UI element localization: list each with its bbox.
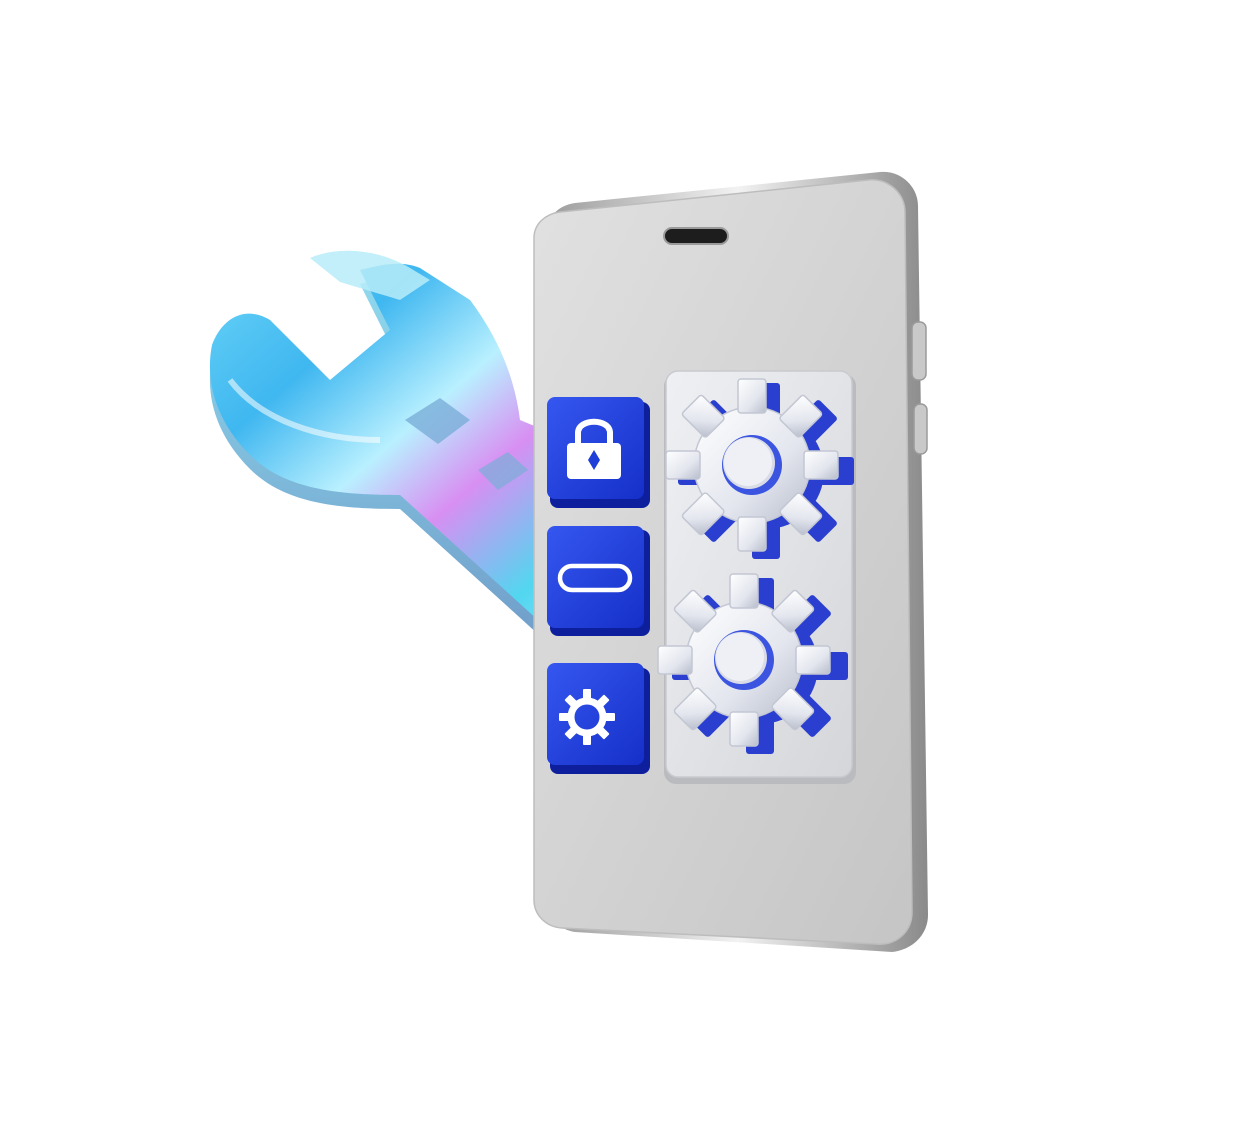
toggle-tile [547,526,650,636]
lock-tile [547,397,650,508]
side-button-icon [911,321,927,381]
illustration-scene [0,0,1236,1135]
illustration-canvas [209,171,928,952]
gear-tile [547,663,650,774]
side-button-icon [913,403,928,455]
smartphone-icon [533,171,928,952]
speaker-slot-icon [663,227,729,245]
